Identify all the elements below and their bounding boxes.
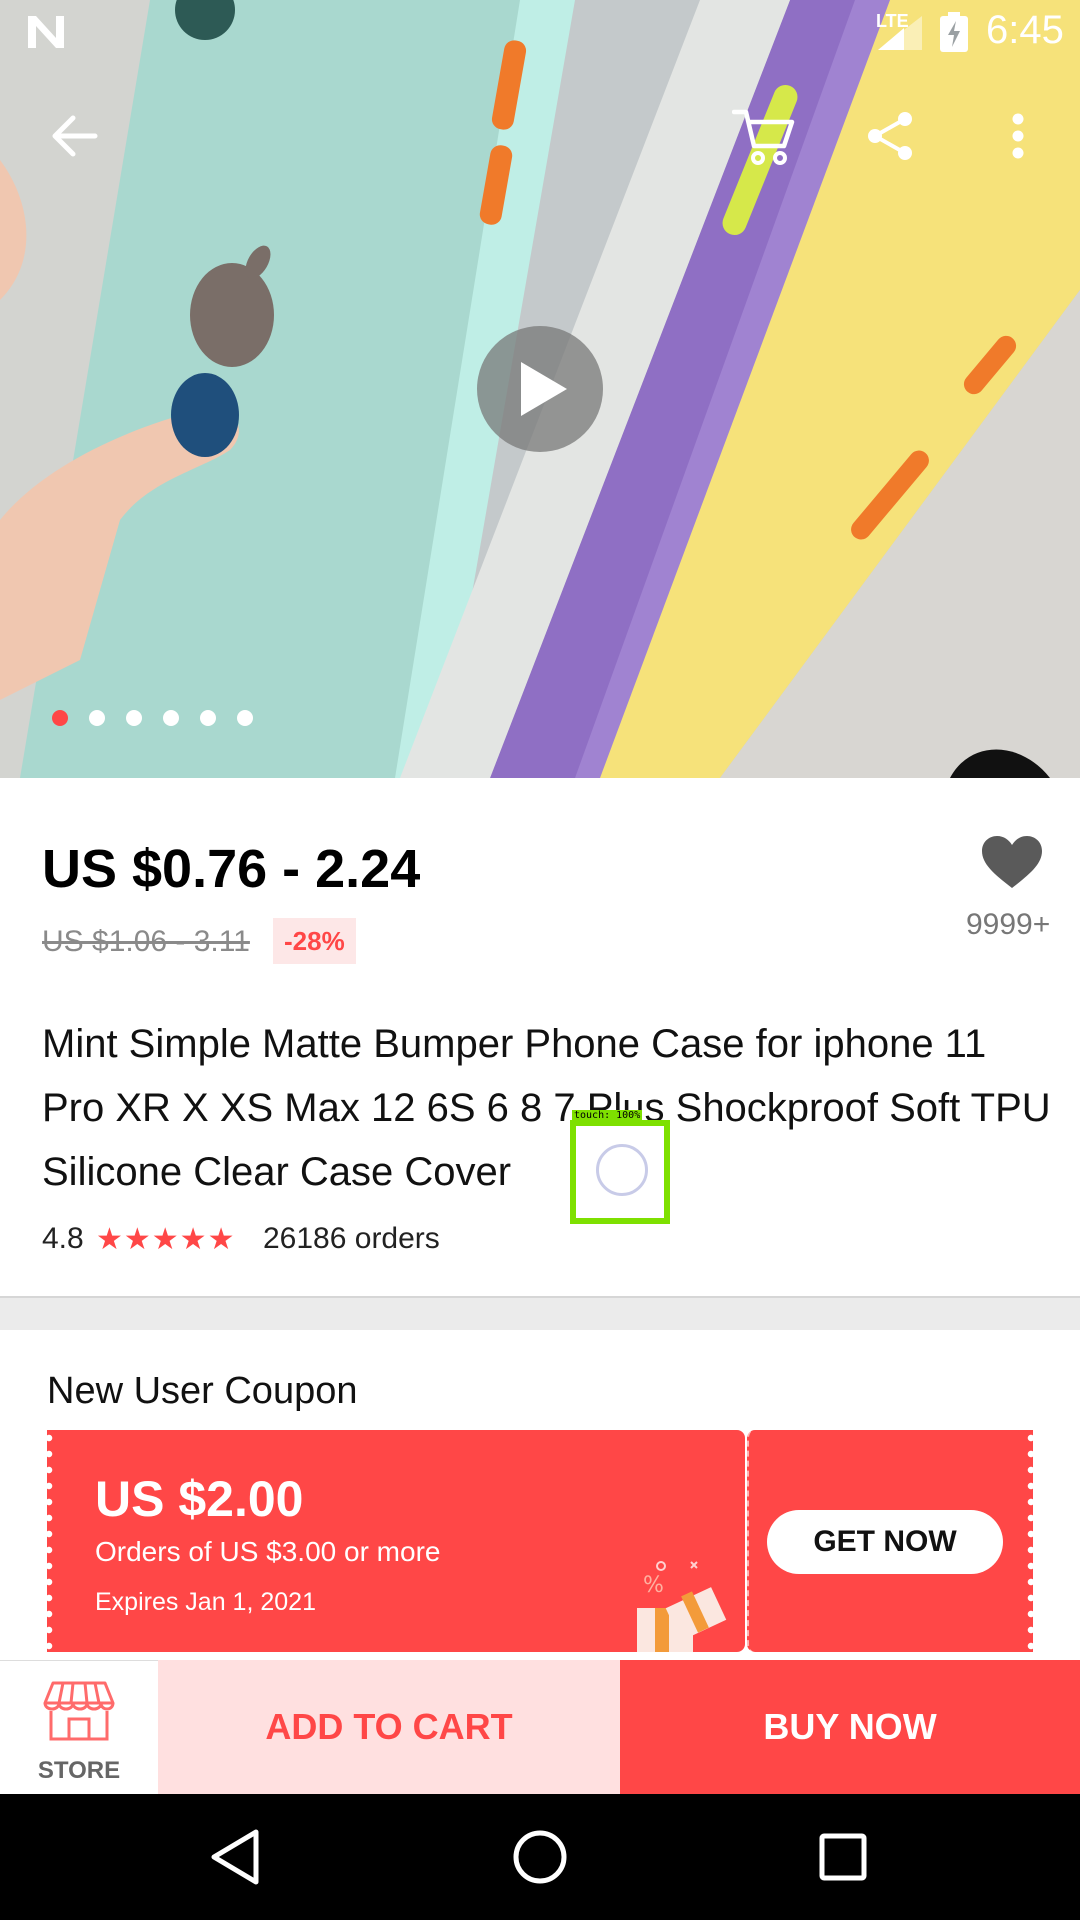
play-video-button[interactable] xyxy=(477,326,603,452)
battery-charging-icon xyxy=(940,12,968,52)
coupon-info: US $2.00 Orders of US $3.00 or more Expi… xyxy=(45,1430,745,1652)
gallery-dot[interactable] xyxy=(126,710,142,726)
add-to-cart-button[interactable]: ADD TO CART xyxy=(158,1660,620,1794)
product-title: Mint Simple Matte Bumper Phone Case for … xyxy=(42,1022,1051,1194)
share-button[interactable] xyxy=(854,100,926,172)
coupon-perforation xyxy=(45,1430,53,1652)
nav-back-icon[interactable] xyxy=(204,1824,270,1890)
rating-value: 4.8 xyxy=(42,1222,84,1255)
buy-now-button[interactable]: BUY NOW xyxy=(620,1660,1080,1794)
back-arrow-icon xyxy=(52,115,98,157)
coupon-action: GET NOW xyxy=(747,1430,1035,1652)
purchase-action-bar: STORE ADD TO CART BUY NOW xyxy=(0,1660,1080,1794)
wishlist-count: 9999+ xyxy=(966,908,1051,941)
coupon-card: US $2.00 Orders of US $3.00 or more Expi… xyxy=(45,1430,1035,1652)
gallery-dot[interactable] xyxy=(89,710,105,726)
store-label: STORE xyxy=(37,1757,121,1784)
touch-indicator-label: touch: 100% xyxy=(572,1110,643,1121)
section-divider xyxy=(0,1296,1080,1330)
nav-recents-icon[interactable] xyxy=(810,1824,876,1890)
signal-icon xyxy=(878,16,922,50)
gallery-dot[interactable] xyxy=(163,710,179,726)
coupon-perforation xyxy=(1027,1430,1035,1652)
gallery-dot[interactable] xyxy=(52,710,68,726)
back-button[interactable] xyxy=(38,100,110,172)
share-icon xyxy=(868,112,912,160)
current-price: US $0.76 - 2.24 xyxy=(42,839,421,899)
original-price: US $1.06 - 3.11 xyxy=(42,925,250,958)
gallery-dot[interactable] xyxy=(237,710,253,726)
store-button[interactable]: STORE xyxy=(0,1660,158,1794)
coupon-amount: US $2.00 xyxy=(95,1471,304,1527)
status-bar: LTE 6:45 xyxy=(0,0,1080,63)
product-gallery[interactable]: LTE 6:45 xyxy=(0,0,1080,778)
gallery-pagination xyxy=(52,710,253,730)
more-options-button[interactable] xyxy=(982,100,1054,172)
coupon-section-title: New User Coupon xyxy=(47,1370,358,1412)
get-coupon-button[interactable]: GET NOW xyxy=(767,1510,1003,1574)
touch-ripple xyxy=(596,1144,648,1196)
more-vertical-icon xyxy=(1012,113,1024,159)
coupon-expiry: Expires Jan 1, 2021 xyxy=(95,1588,316,1616)
store-icon xyxy=(43,1681,115,1741)
notification-n-icon xyxy=(28,16,64,48)
play-icon xyxy=(521,362,567,416)
cart-button[interactable] xyxy=(728,100,800,172)
coupon-condition: Orders of US $3.00 or more xyxy=(95,1536,441,1567)
rating-stars: ★★★★★ xyxy=(96,1223,236,1256)
system-navigation-bar xyxy=(0,1794,1080,1920)
cart-icon xyxy=(732,109,795,165)
nav-home-icon[interactable] xyxy=(507,1824,573,1890)
gift-icon: % xyxy=(637,1561,727,1652)
order-count[interactable]: 26186 orders xyxy=(263,1222,440,1256)
svg-text:%: % xyxy=(643,1573,664,1598)
clock: 6:45 xyxy=(986,8,1064,52)
wishlist-heart-icon[interactable] xyxy=(980,834,1044,890)
discount-badge: -28% xyxy=(273,918,356,964)
gallery-dot[interactable] xyxy=(200,710,216,726)
